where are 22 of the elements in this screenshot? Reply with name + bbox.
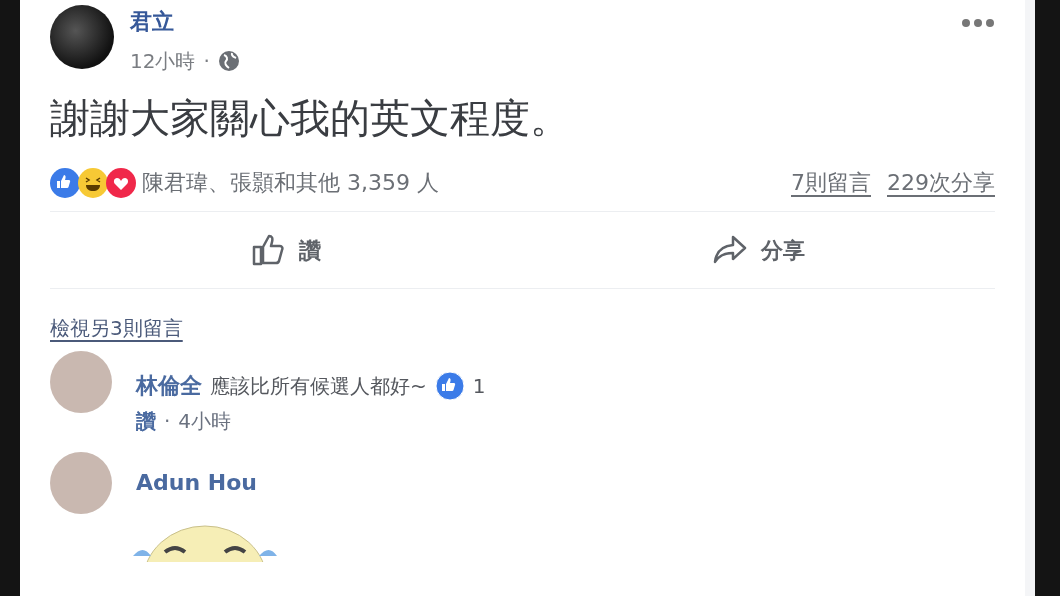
commenter-name[interactable]: 林倫全 bbox=[136, 369, 202, 402]
share-button[interactable]: 分享 bbox=[522, 212, 995, 288]
commenter-name[interactable]: Adun Hou bbox=[136, 466, 257, 499]
comment-time: 4小時 bbox=[178, 408, 232, 435]
post-time: 12小時 bbox=[130, 48, 196, 75]
share-count-link[interactable]: 229次分享 bbox=[887, 166, 995, 199]
reaction-summary[interactable]: 陳君瑋、張顥和其他 3,359 人 bbox=[142, 166, 439, 199]
more-options-icon[interactable] bbox=[961, 17, 995, 29]
like-reaction-icon bbox=[50, 167, 80, 198]
comment-text: 應該比所有候選人都好~ bbox=[210, 372, 427, 400]
like-reaction-icon bbox=[434, 370, 465, 401]
author-name[interactable]: 君立 bbox=[130, 5, 174, 38]
separator-dot: · bbox=[203, 48, 210, 75]
comment-count-link[interactable]: 7則留言 bbox=[791, 166, 871, 199]
post-text: 謝謝大家關心我的英文程度。 bbox=[50, 94, 571, 143]
heart-reaction-icon bbox=[106, 167, 136, 198]
like-link[interactable]: 讚 bbox=[136, 406, 156, 436]
like-button[interactable]: 讚 bbox=[50, 212, 523, 288]
like-count: 1 bbox=[472, 372, 486, 400]
laughing-face-icon bbox=[78, 167, 108, 198]
view-more-comments-link[interactable]: 檢視另3則留言 bbox=[50, 316, 183, 340]
separator-dot: · bbox=[164, 408, 171, 435]
